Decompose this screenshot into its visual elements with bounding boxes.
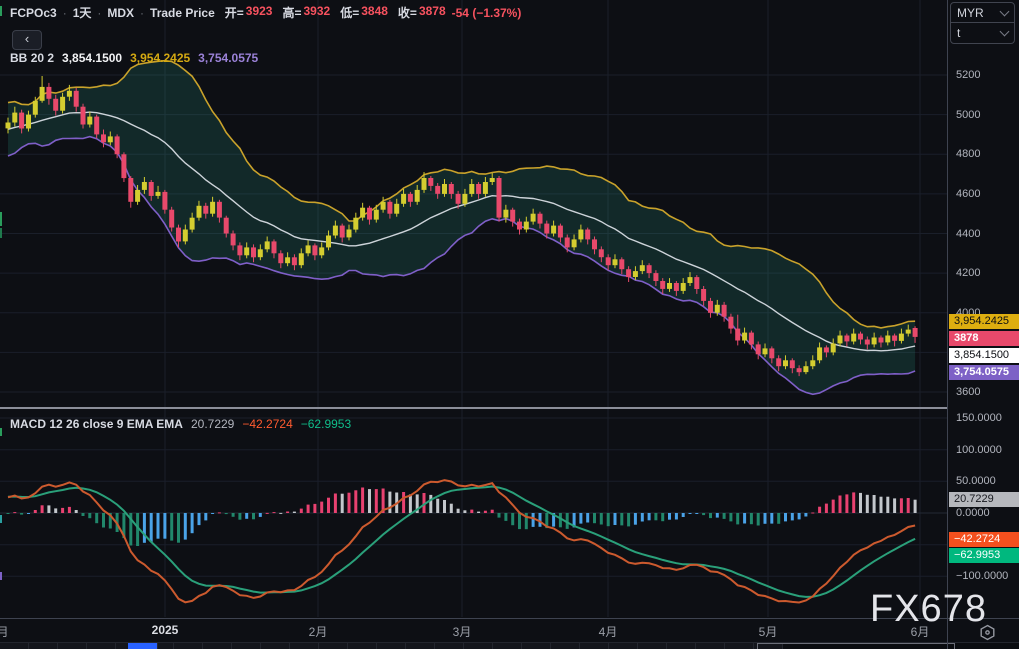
interval[interactable]: 1天 [73,4,92,21]
timeline-cell[interactable] [29,643,58,649]
timeline-cell[interactable] [696,643,725,649]
time-scale[interactable]: 12月20252月3月4月5月6月 [0,618,1019,642]
timeline-cell[interactable] [551,643,580,649]
trading-chart-window: FCPOc3 · 1天 · MDX · Trade Price 开= 3923 高… [0,0,1019,649]
timeline-cell[interactable] [667,643,696,649]
price-label-last: 3878 [949,331,1019,346]
month-label: 2月 [308,625,328,639]
ohlc-close: 收= 3878 [397,4,446,20]
ohlc-open: 开= 3923 [224,4,273,20]
separator-dot: · [140,5,145,20]
timeline-cell[interactable] [203,643,232,649]
price-tick: 4200 [956,267,981,279]
price-label-bb-upper: 3,954.2425 [949,314,1019,329]
watermark: FX678 [870,588,987,630]
price-tick: 4400 [956,228,981,240]
macd-signal-value: −62.9953 [300,417,352,431]
timeline-cell[interactable] [319,643,348,649]
bb-upper-value: 3,954.2425 [130,51,191,65]
price-tick: 4800 [956,148,981,160]
macd-indicator-row[interactable]: MACD 12 26 close 9 EMA EMA 20.7229 −42.2… [10,417,351,431]
back-button[interactable]: ‹ [12,30,42,50]
edge-mark [0,515,2,523]
timeline-cell[interactable] [638,643,667,649]
bb-indicator-row[interactable]: BB 20 2 3,854.1500 3,954.2425 3,754.0575 [10,51,258,65]
month-label: 4月 [598,625,618,639]
macd-tick: −100.0000 [956,570,1009,582]
month-label: 5月 [758,625,778,639]
timeline-cell[interactable] [174,643,203,649]
edge-mark [0,228,2,238]
timeline-cell[interactable] [435,643,464,649]
timeline-cell[interactable] [406,643,435,649]
edge-mark [0,212,2,226]
price-tick: 4600 [956,188,981,200]
separator-dot: · [97,5,102,20]
timeline-cell[interactable] [609,643,638,649]
unit-label: t [957,25,961,40]
chart-canvas[interactable] [0,0,1019,649]
timeline-cell[interactable] [522,643,551,649]
chevron-down-icon [999,26,1010,36]
month-label: 12月 [0,623,9,640]
timeline-cell[interactable] [261,643,290,649]
ohlc-high: 高= 3932 [282,4,331,20]
price-label-bb-basis: 3,854.1500 [949,348,1019,363]
bb-lower-value: 3,754.0575 [198,51,259,65]
chevron-left-icon: ‹ [24,31,30,46]
timeline-cell-selected[interactable] [128,643,158,649]
macd-tick: 150.0000 [956,412,1002,424]
month-label: 3月 [452,625,472,639]
price-scale[interactable]: 5200 5000 4800 4600 4400 4200 4000 3600 150.0000… [947,0,1019,618]
macd-label-macd: −42.2724 [949,532,1019,547]
timeline-cell[interactable] [58,643,87,649]
timeline-cell[interactable] [348,643,377,649]
currency-selector[interactable]: MYR [951,3,1014,22]
timeline-cell[interactable] [464,643,493,649]
currency-label: MYR [957,5,984,20]
macd-label-signal: −62.9953 [949,548,1019,563]
change-value: -54 (−1.37%) [451,5,522,20]
series-type: Trade Price [150,5,215,20]
month-label: 2025 [151,623,179,637]
timeline-cell[interactable] [232,643,261,649]
timeline-cell[interactable] [290,643,319,649]
macd-hist-value: 20.7229 [190,417,235,431]
edge-mark [0,6,2,16]
symbol-name[interactable]: FCPOc3 [10,6,57,20]
chevron-down-icon [999,6,1010,16]
edge-mark [0,428,2,436]
exchange: MDX [107,5,135,20]
timeline-range-box[interactable] [757,643,955,649]
ohlc-low: 低= 3848 [340,4,388,20]
price-tick: 5200 [956,69,981,81]
timeline-cell[interactable] [493,643,522,649]
macd-line-value: −42.2724 [242,417,293,431]
edge-mark [0,572,2,580]
bb-title: BB 20 2 [10,51,55,65]
timeline-cell[interactable] [0,643,29,649]
macd-tick: 0.0000 [956,507,990,519]
price-tick: 3600 [956,386,981,398]
timeline-cell[interactable] [87,643,116,649]
axis-divider [947,0,948,649]
macd-title: MACD 12 26 close 9 EMA EMA [10,417,183,431]
separator-dot: · [62,5,67,20]
macd-tick: 50.0000 [956,475,996,487]
macd-label-hist: 20.7229 [949,492,1019,507]
price-tick: 5000 [956,109,981,121]
unit-selector[interactable]: t [951,22,1014,42]
timeline-strip[interactable] [0,642,1019,649]
macd-tick: 100.0000 [956,444,1002,456]
bb-basis-value: 3,854.1500 [62,51,123,65]
timeline-cell[interactable] [725,643,754,649]
scale-unit-selector: MYR t [950,2,1015,44]
price-label-bb-lower: 3,754.0575 [949,365,1019,380]
symbol-header: FCPOc3 · 1天 · MDX · Trade Price 开= 3923 高… [10,4,521,21]
timeline-cell[interactable] [580,643,609,649]
timeline-cell[interactable] [377,643,406,649]
pane-separator[interactable] [0,407,947,409]
